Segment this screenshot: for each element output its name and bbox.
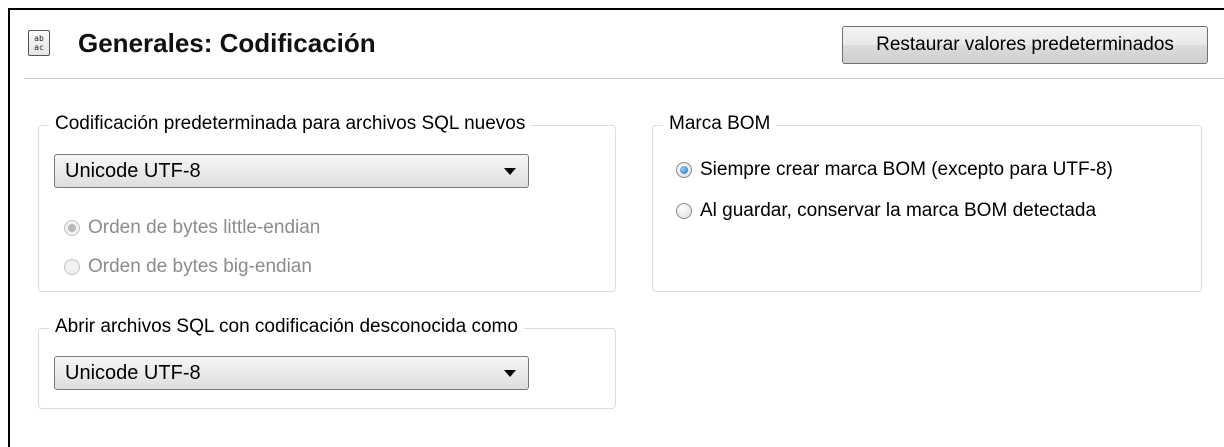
unknown-encoding-select[interactable]: Unicode UTF-8 [54, 356, 529, 390]
encoding-icon: ab ac [28, 30, 50, 56]
unknown-encoding-legend: Abrir archivos SQL con codificación desc… [49, 316, 524, 338]
radio-button-icon [64, 259, 80, 275]
bom-preserve-label: Al guardar, conservar la marca BOM detec… [700, 200, 1097, 221]
bom-preserve-radio[interactable]: Al guardar, conservar la marca BOM detec… [676, 199, 1096, 223]
bom-always-label: Siempre crear marca BOM (excepto para UT… [700, 159, 1113, 180]
new-sql-encoding-select[interactable]: Unicode UTF-8 [54, 154, 529, 188]
new-sql-encoding-value: Unicode UTF-8 [65, 160, 201, 182]
chevron-down-icon [504, 168, 516, 175]
header-divider [24, 78, 1224, 79]
page-title: Generales: Codificación [78, 28, 376, 58]
little-endian-radio[interactable]: Orden de bytes little-endian [64, 216, 320, 240]
chevron-down-icon [504, 370, 516, 377]
big-endian-label: Orden de bytes big-endian [88, 256, 312, 277]
unknown-encoding-value: Unicode UTF-8 [65, 362, 201, 384]
bom-always-radio[interactable]: Siempre crear marca BOM (excepto para UT… [676, 158, 1113, 182]
new-sql-encoding-legend: Codificación predeterminada para archivo… [49, 113, 532, 135]
restore-defaults-button[interactable]: Restaurar valores predeterminados [842, 26, 1208, 64]
little-endian-label: Orden de bytes little-endian [88, 217, 321, 238]
bom-legend: Marca BOM [663, 113, 777, 135]
radio-button-icon [64, 220, 80, 236]
radio-button-icon [676, 203, 692, 219]
big-endian-radio[interactable]: Orden de bytes big-endian [64, 255, 312, 279]
radio-button-icon [676, 162, 692, 178]
